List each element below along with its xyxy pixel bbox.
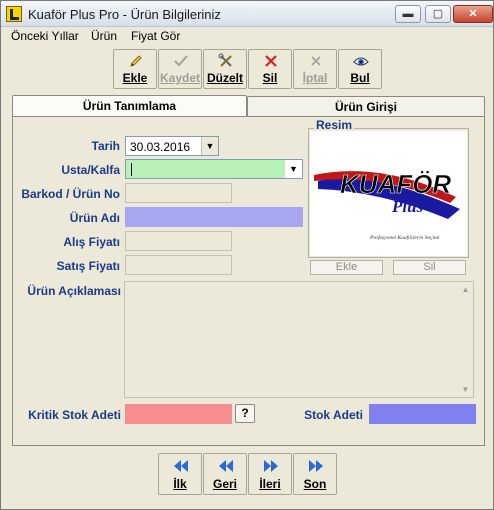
previous-button[interactable]: Geri <box>203 453 247 495</box>
kuafor-plus-logo: KUAFÖR Plus .com Profesyonel Kuaförlerin… <box>314 169 460 241</box>
eye-icon <box>353 53 369 69</box>
image-delete-button[interactable]: Sil <box>393 260 466 275</box>
first-label: İlk <box>173 477 187 491</box>
title-bar[interactable]: Kuaför Plus Pro - Ürün Bilgileriniz ▬ ▢ … <box>1 1 493 27</box>
barkod-label: Barkod / Ürün No <box>21 187 120 201</box>
checkmark-icon <box>173 53 189 69</box>
last-label: Son <box>303 477 327 491</box>
tab-urun-tanimlama[interactable]: Ürün Tanımlama <box>12 95 247 117</box>
cancel-label: İptal <box>302 71 328 85</box>
next-label: İleri <box>259 477 281 491</box>
date-picker[interactable]: 30.03.2016 ▼ <box>125 136 219 156</box>
edit-button[interactable]: Düzelt <box>203 49 247 89</box>
date-value: 30.03.2016 <box>130 140 191 154</box>
delete-button[interactable]: Sil <box>248 49 292 89</box>
forward-icon <box>262 458 280 474</box>
app-window: Kuaför Plus Pro - Ürün Bilgileriniz ▬ ▢ … <box>0 0 494 510</box>
cancel-button[interactable]: İptal <box>293 49 337 89</box>
usta-kalfa-label: Usta/Kalfa <box>61 163 120 177</box>
help-button[interactable]: ? <box>235 404 255 423</box>
save-button[interactable]: Kaydet <box>158 49 202 89</box>
back-icon <box>217 458 235 474</box>
cancel-icon <box>308 53 324 69</box>
last-button[interactable]: Son <box>293 453 337 495</box>
menu-urun[interactable]: Ürün <box>91 29 117 43</box>
product-image: KUAFÖR Plus .com Profesyonel Kuaförlerin… <box>310 131 467 256</box>
maximize-button[interactable]: ▢ <box>425 5 451 23</box>
find-button[interactable]: Bul <box>338 49 382 89</box>
logo-com-text: .com <box>438 207 451 213</box>
alis-fiyati-label: Alış Fiyatı <box>63 235 120 249</box>
stok-adeti-field <box>369 404 476 424</box>
previous-label: Geri <box>212 477 237 491</box>
delete-icon <box>263 53 279 69</box>
rewind-icon <box>172 458 190 474</box>
menu-onceki-yillar[interactable]: Önceki Yıllar <box>11 29 79 43</box>
scroll-up-icon[interactable]: ▲ <box>458 282 473 297</box>
satis-fiyati-field[interactable] <box>125 255 232 275</box>
alis-fiyati-field[interactable] <box>125 231 232 251</box>
tools-icon <box>218 53 234 69</box>
add-button[interactable]: Ekle <box>113 49 157 89</box>
window-title: Kuaför Plus Pro - Ürün Bilgileriniz <box>28 7 221 22</box>
first-button[interactable]: İlk <box>158 453 202 495</box>
fast-forward-icon <box>307 458 325 474</box>
text-cursor <box>131 163 132 176</box>
edit-label: Düzelt <box>207 71 243 85</box>
aciklama-label: Ürün Açıklaması <box>27 284 121 298</box>
app-logo-icon <box>6 6 22 22</box>
scroll-down-icon[interactable]: ▼ <box>458 382 473 397</box>
aciklama-textarea[interactable]: ▲ ▼ <box>124 281 474 398</box>
chevron-down-icon[interactable]: ▼ <box>201 137 218 155</box>
logo-sub-text: Plus <box>391 197 424 216</box>
urun-adi-label: Ürün Adı <box>69 211 120 225</box>
pencil-icon <box>128 53 144 69</box>
minimize-button[interactable]: ▬ <box>395 5 421 23</box>
logo-main-text: KUAFÖR <box>340 169 451 199</box>
menu-bar: Önceki Yıllar Ürün Fiyat Gör <box>1 27 493 47</box>
next-button[interactable]: İleri <box>248 453 292 495</box>
tab-urun-girisi[interactable]: Ürün Girişi <box>247 96 485 118</box>
add-label: Ekle <box>122 71 148 85</box>
save-label: Kaydet <box>159 71 200 85</box>
textarea-scrollbar[interactable]: ▲ ▼ <box>458 282 473 397</box>
close-button[interactable]: ✕ <box>453 5 493 23</box>
usta-kalfa-select[interactable]: ▼ <box>125 159 303 179</box>
tarih-label: Tarih <box>91 139 120 153</box>
menu-fiyat-gor[interactable]: Fiyat Gör <box>131 29 180 43</box>
kritik-stok-field[interactable] <box>125 404 232 424</box>
find-label: Bul <box>350 71 370 85</box>
kritik-stok-label: Kritik Stok Adeti <box>28 408 121 422</box>
image-group-title: Resim <box>314 118 355 132</box>
delete-label: Sil <box>262 71 278 85</box>
urun-adi-field[interactable] <box>125 207 303 227</box>
logo-tagline: Profesyonel Kuaförlerin Seçimi <box>369 234 440 241</box>
chevron-down-icon[interactable]: ▼ <box>285 160 302 178</box>
stok-adeti-label: Stok Adeti <box>304 408 363 422</box>
image-add-button[interactable]: Ekle <box>310 260 383 275</box>
barkod-field[interactable] <box>125 183 232 203</box>
satis-fiyati-label: Satış Fiyatı <box>56 259 120 273</box>
